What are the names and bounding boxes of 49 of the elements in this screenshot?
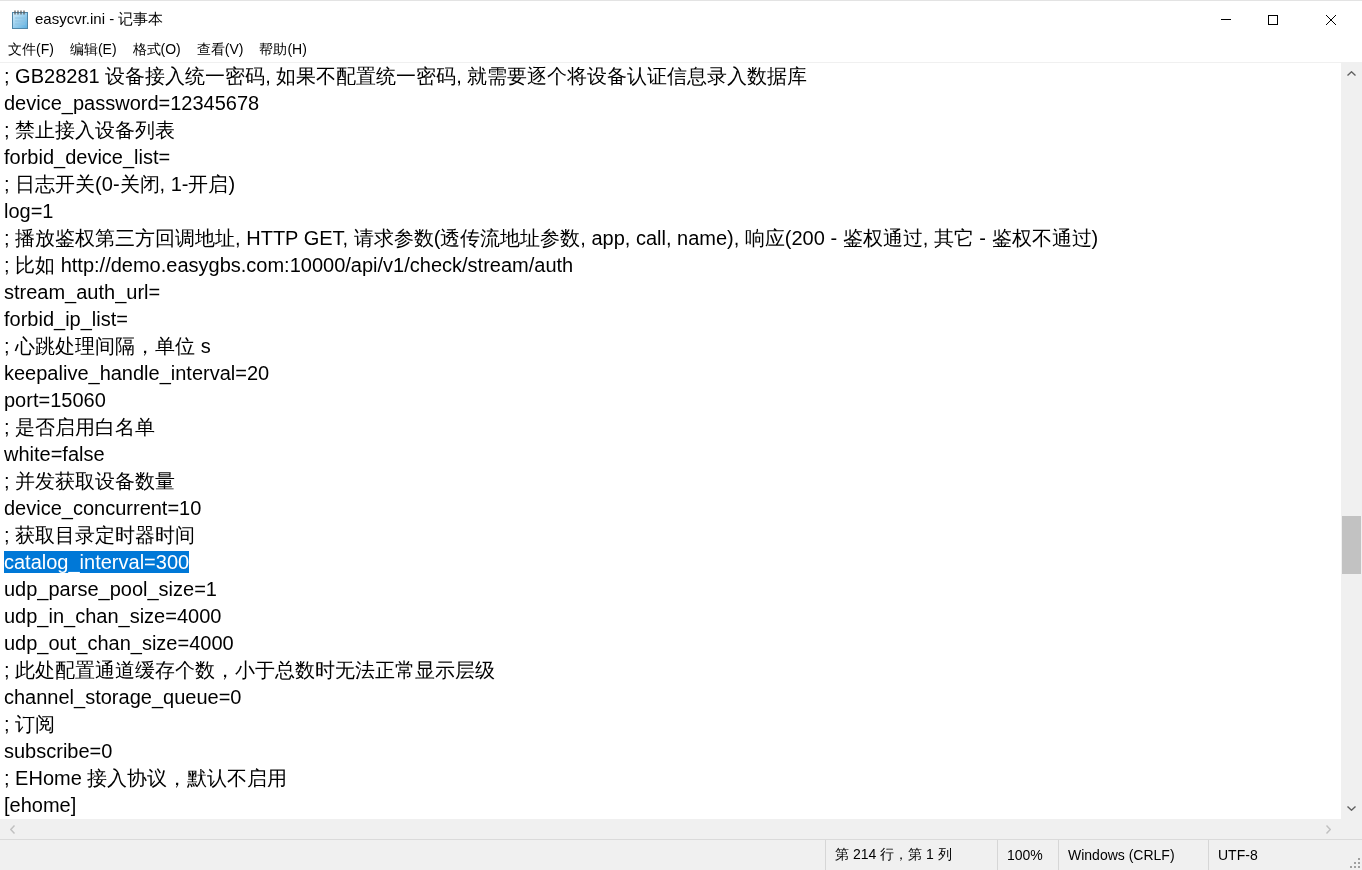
text-line: channel_storage_queue=0 [4, 686, 242, 708]
text-line: port=15060 [4, 389, 106, 411]
cursor-position: 第 214 行，第 1 列 [835, 846, 952, 864]
text-line: device_concurrent=10 [4, 497, 202, 519]
maximize-icon [1267, 14, 1278, 25]
text-line: forbid_ip_list= [4, 308, 128, 330]
chevron-up-icon [1347, 71, 1356, 76]
chevron-right-icon [1326, 824, 1331, 834]
close-icon [1326, 14, 1336, 25]
text-line: keepalive_handle_interval=20 [4, 362, 270, 384]
zoom-level: 100% [1007, 847, 1043, 863]
scrollbar-thumb[interactable] [1342, 516, 1361, 574]
text-line: ; 此处配置通道缓存个数，小于总数时无法正常显示层级 [4, 659, 496, 681]
text-line: forbid_device_list= [4, 146, 171, 168]
menu-item[interactable]: 编辑(E) [61, 39, 125, 61]
menu-item[interactable]: 帮助(H) [251, 39, 315, 61]
text-line: white=false [4, 443, 105, 465]
menu-item[interactable]: 查看(V) [188, 39, 252, 61]
line-ending: Windows (CRLF) [1068, 847, 1175, 863]
minimize-icon [1220, 19, 1231, 20]
menu-item[interactable]: 格式(O) [124, 39, 189, 61]
text-line: ; 播放鉴权第三方回调地址, HTTP GET, 请求参数(透传流地址参数, app, call, name), 响应(200 - 鉴权通过, 其它 - 鉴权不通过) [4, 227, 1099, 249]
chevron-left-icon [10, 824, 15, 834]
horizontal-scrollbar[interactable] [0, 819, 1341, 839]
text-line: udp_out_chan_size=4000 [4, 632, 234, 654]
window-title: easycvr.ini - 记事本 [35, 10, 164, 29]
text-line: ; 禁止接入设备列表 [4, 119, 176, 141]
text-line: udp_parse_pool_size=1 [4, 578, 217, 600]
text-line: ; 心跳处理间隔，单位 s [4, 335, 211, 357]
resize-grip-icon [1349, 857, 1360, 868]
encoding: UTF-8 [1218, 847, 1258, 863]
menu-item[interactable]: 文件(F) [0, 39, 62, 61]
text-line: device_password=12345678 [4, 92, 260, 114]
text-line: log=1 [4, 200, 54, 222]
text-line: ; 日志开关(0-关闭, 1-开启) [4, 173, 236, 195]
text-line: ; GB28281 设备接入统一密码, 如果不配置统一密码, 就需要逐个将设备认证信息录入数据库 [4, 65, 808, 87]
vertical-scrollbar[interactable] [1341, 63, 1362, 819]
chevron-down-icon [1347, 806, 1356, 811]
text-line: ; 是否启用白名单 [4, 416, 156, 438]
text-line: ; 获取目录定时器时间 [4, 524, 196, 546]
text-line: stream_auth_url= [4, 281, 161, 303]
text-line: subscribe=0 [4, 740, 113, 762]
text-line: ; EHome 接入协议，默认不启用 [4, 767, 288, 789]
text-line: [ehome] [4, 794, 77, 816]
text-line: ; 订阅 [4, 713, 56, 735]
text-line: ; 比如 http://demo.easygbs.com:10000/api/v1/check/stream/auth [4, 254, 574, 276]
text-line: udp_in_chan_size=4000 [4, 605, 222, 627]
text-line: ; 并发获取设备数量 [4, 470, 176, 492]
notepad-icon [12, 10, 28, 29]
